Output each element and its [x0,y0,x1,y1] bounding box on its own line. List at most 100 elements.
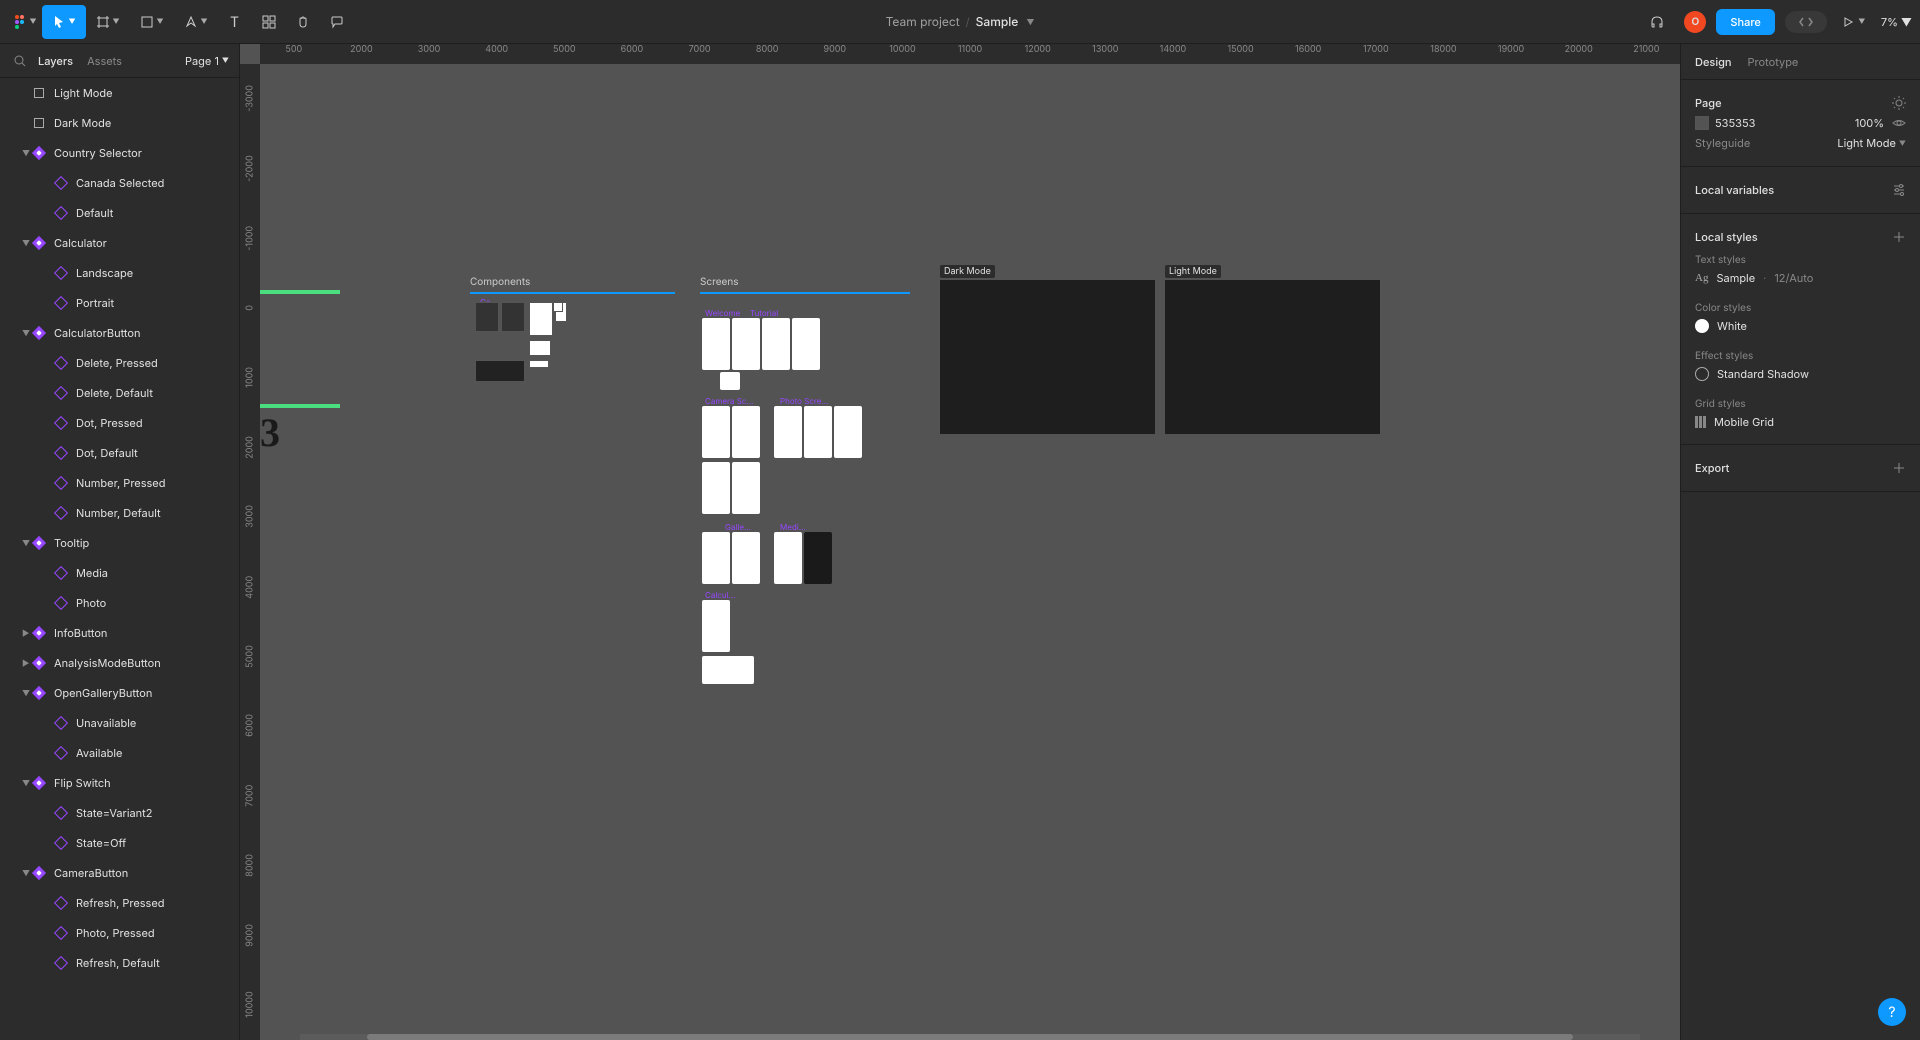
user-avatar[interactable]: O [1684,11,1706,33]
layer-row[interactable]: Photo, Pressed [0,918,239,948]
screen-thumbnail[interactable] [702,600,730,652]
tab-prototype[interactable]: Prototype [1748,55,1799,69]
layer-row[interactable]: Portrait [0,288,239,318]
resources-button[interactable] [252,5,286,39]
share-button[interactable]: Share [1716,9,1774,35]
frame-light-mode[interactable]: Light Mode [1165,280,1380,434]
screen-thumbnail[interactable] [774,532,802,584]
tab-assets[interactable]: Assets [87,54,122,68]
layer-row[interactable]: Delete, Pressed [0,348,239,378]
screen-thumbnail[interactable] [702,656,754,684]
zoom-selector[interactable]: 7% ▼ [1881,15,1912,29]
screen-thumbnail[interactable] [702,318,730,370]
color-style-item[interactable]: White [1695,314,1906,338]
main-menu-button[interactable]: ▼ [8,5,42,39]
project-name[interactable]: Team project [886,14,960,29]
screen-thumbnail[interactable] [762,318,790,370]
screen-thumbnail[interactable] [732,462,760,514]
horizontal-scrollbar[interactable] [300,1034,1640,1040]
layer-row[interactable]: Photo [0,588,239,618]
background-opacity[interactable]: 100% [1855,116,1884,130]
add-style-button[interactable] [1892,230,1906,244]
settings-icon[interactable] [1892,183,1906,197]
expand-caret-icon[interactable]: ▼ [22,688,30,698]
expand-caret-icon[interactable]: ▶ [22,628,30,638]
layer-row[interactable]: ▼CameraButton [0,858,239,888]
audio-button[interactable] [1640,5,1674,39]
effect-style-item[interactable]: Standard Shadow [1695,362,1906,386]
layer-row[interactable]: State=Variant2 [0,798,239,828]
search-layers-button[interactable] [10,55,30,67]
pen-tool-button[interactable]: ▼ [174,5,218,39]
layer-row[interactable]: Canada Selected [0,168,239,198]
frame-dark-mode[interactable]: Dark Mode [940,280,1155,434]
hand-tool-button[interactable] [286,5,320,39]
styleguide-mode-selector[interactable]: Light Mode ▼ [1837,136,1906,150]
layer-row[interactable]: Number, Default [0,498,239,528]
screen-thumbnail[interactable] [804,406,832,458]
screen-thumbnail[interactable] [732,532,760,584]
layer-row[interactable]: ▼OpenGalleryButton [0,678,239,708]
canvas-area[interactable]: 5002000300040005000600070008000900010000… [240,44,1680,1040]
screen-thumbnail[interactable] [774,406,802,458]
screen-thumbnail[interactable] [732,406,760,458]
layer-row[interactable]: Unavailable [0,708,239,738]
layer-row[interactable]: ▼CalculatorButton [0,318,239,348]
dev-mode-toggle[interactable] [1785,11,1827,33]
help-button[interactable]: ? [1878,998,1906,1026]
layer-row[interactable]: ▼Flip Switch [0,768,239,798]
layer-row[interactable]: Light Mode [0,78,239,108]
layer-row[interactable]: Media [0,558,239,588]
layer-row[interactable]: ▶InfoButton [0,618,239,648]
layer-row[interactable]: Dot, Pressed [0,408,239,438]
comment-tool-button[interactable] [320,5,354,39]
layer-row[interactable]: State=Off [0,828,239,858]
grid-style-item[interactable]: Mobile Grid [1695,410,1906,434]
screen-thumbnail[interactable] [792,318,820,370]
layer-row[interactable]: Available [0,738,239,768]
layer-row[interactable]: Number, Pressed [0,468,239,498]
tab-design[interactable]: Design [1695,55,1732,69]
page-selector[interactable]: Page 1 ▼ [185,54,229,68]
screen-thumbnail[interactable] [732,318,760,370]
expand-caret-icon[interactable]: ▼ [22,328,30,338]
background-hex[interactable]: 535353 [1715,116,1755,130]
shape-tool-button[interactable]: ▼ [130,5,174,39]
layer-row[interactable]: Refresh, Pressed [0,888,239,918]
screen-thumbnail[interactable] [720,372,740,390]
background-swatch[interactable] [1695,116,1709,130]
layer-row[interactable]: ▶AnalysisModeButton [0,648,239,678]
components-cluster[interactable] [475,302,595,402]
screen-thumbnail[interactable] [702,462,730,514]
expand-caret-icon[interactable]: ▼ [22,148,30,158]
expand-caret-icon[interactable]: ▼ [22,868,30,878]
layer-row[interactable]: ▼Country Selector [0,138,239,168]
add-export-button[interactable] [1892,461,1906,475]
file-name[interactable]: Sample [976,14,1019,29]
expand-caret-icon[interactable]: ▶ [22,658,30,668]
expand-caret-icon[interactable]: ▼ [22,538,30,548]
present-button[interactable]: ▼ [1837,5,1871,39]
tab-layers[interactable]: Layers [38,54,73,68]
expand-caret-icon[interactable]: ▼ [22,778,30,788]
layer-row[interactable]: Delete, Default [0,378,239,408]
scrollbar-thumb[interactable] [367,1034,1573,1040]
move-tool-button[interactable]: ▼ [42,5,86,39]
section-label-components[interactable]: Components [470,276,530,288]
layer-row[interactable]: Dark Mode [0,108,239,138]
screen-thumbnail[interactable] [834,406,862,458]
visibility-toggle[interactable] [1892,116,1906,130]
expand-caret-icon[interactable]: ▼ [22,238,30,248]
screen-thumbnail[interactable] [702,406,730,458]
frame-tool-button[interactable]: ▼ [86,5,130,39]
layer-row[interactable]: Landscape [0,258,239,288]
layer-row[interactable]: Default [0,198,239,228]
layer-row[interactable]: Dot, Default [0,438,239,468]
layer-row[interactable]: ▼Tooltip [0,528,239,558]
chevron-down-icon[interactable]: ▼ [1026,17,1034,27]
section-label-screens[interactable]: Screens [700,276,739,288]
layer-row[interactable]: Refresh, Default [0,948,239,978]
sun-icon[interactable] [1892,96,1906,110]
canvas[interactable]: 3 Components Ca… Screens [260,64,1680,1040]
screen-thumbnail[interactable] [702,532,730,584]
